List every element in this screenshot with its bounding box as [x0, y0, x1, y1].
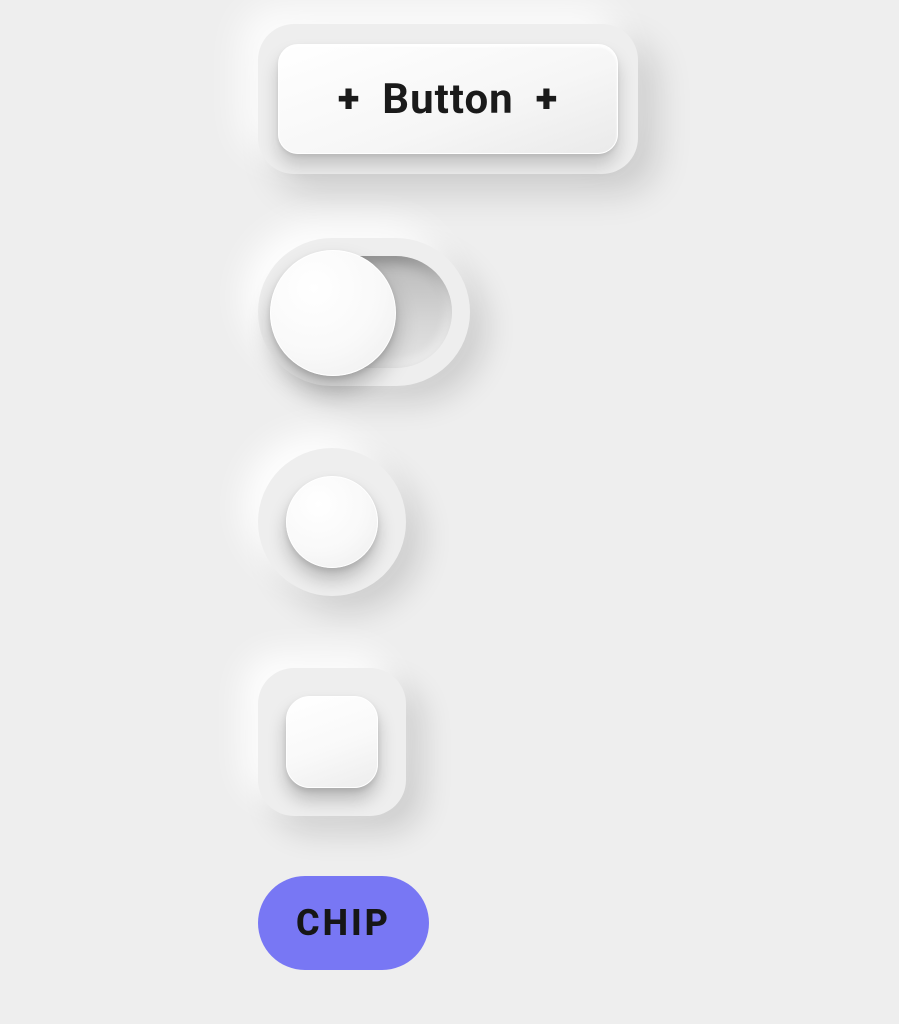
chip[interactable]: CHIP [258, 876, 429, 970]
plus-icon: + [338, 79, 360, 119]
plus-icon: + [536, 79, 558, 119]
toggle-knob [270, 250, 396, 376]
radio-button[interactable] [258, 448, 406, 596]
button-base: + Button + [258, 24, 638, 174]
radio-knob [286, 476, 378, 568]
neumorphic-components-canvas: + Button + CHIP [0, 0, 899, 1024]
toggle-base [258, 238, 470, 386]
checkbox[interactable] [258, 668, 406, 816]
chip-label: CHIP [296, 902, 391, 944]
primary-button[interactable]: + Button + [278, 44, 618, 154]
toggle-switch[interactable] [276, 256, 452, 368]
button-label: Button [382, 75, 513, 124]
checkbox-knob [286, 696, 378, 788]
